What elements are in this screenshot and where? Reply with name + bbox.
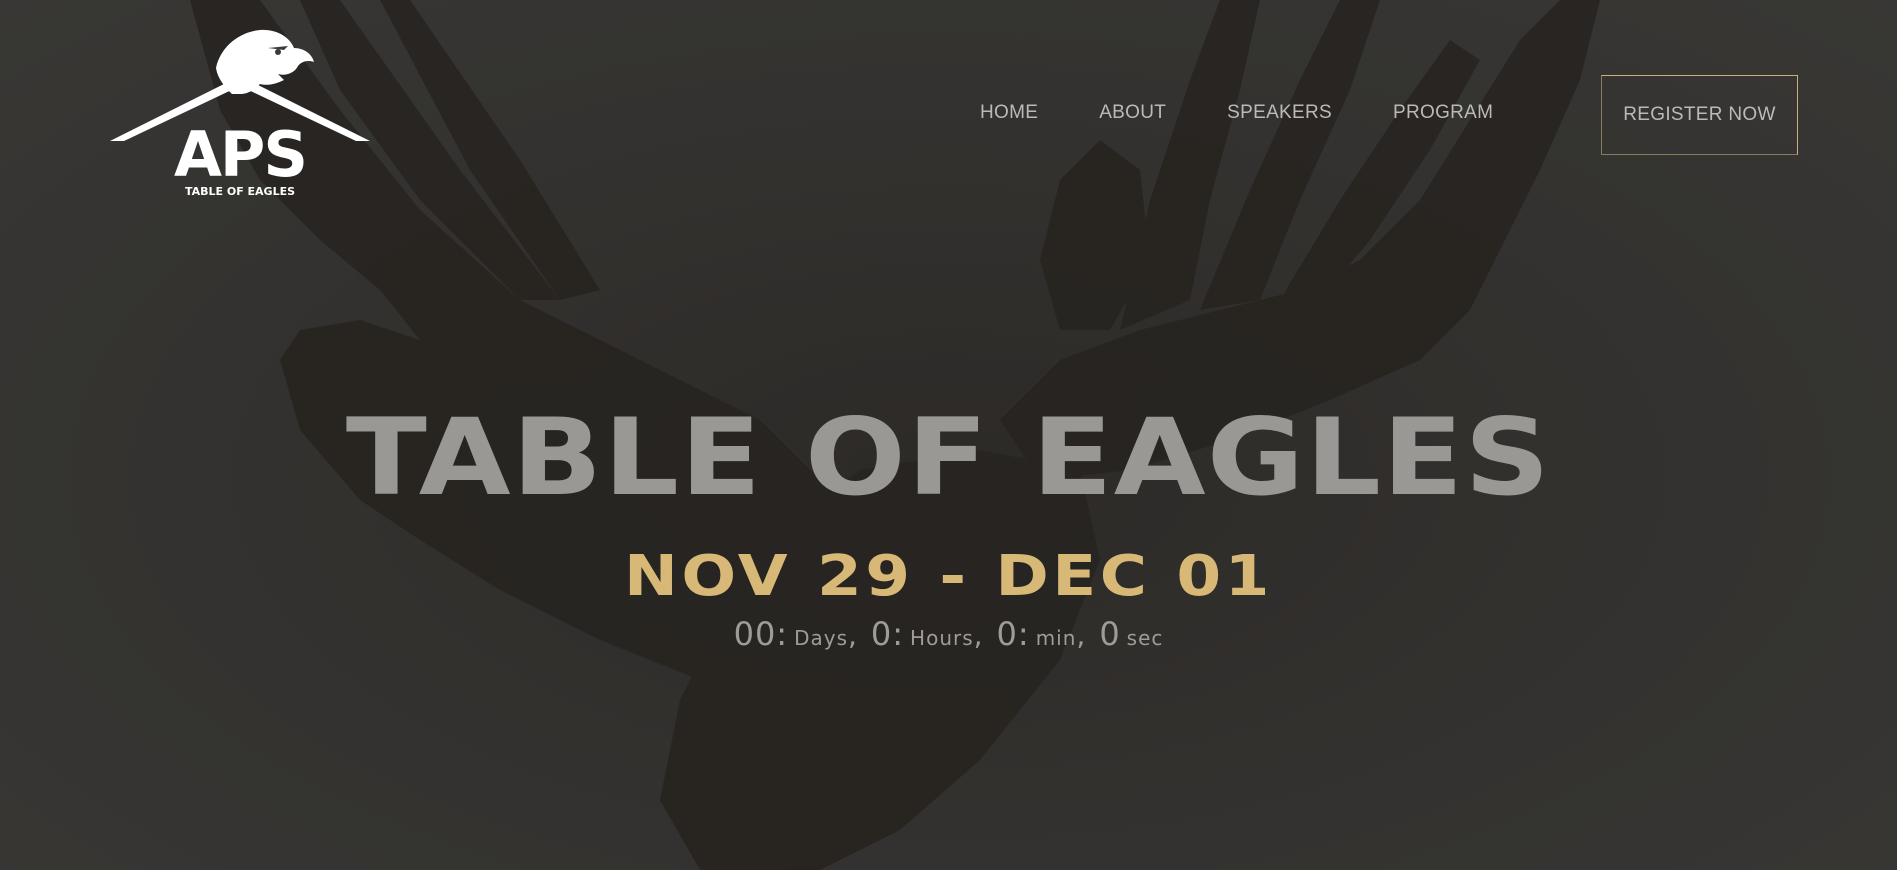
countdown-hours-label: Hours xyxy=(910,626,974,650)
event-dates: NOV 29 - DEC 01 xyxy=(623,544,1273,609)
nav-item-about[interactable]: ABOUT xyxy=(1099,102,1166,124)
countdown-sec-label: sec xyxy=(1126,626,1164,650)
register-now-button[interactable]: REGISTER NOW xyxy=(1601,75,1798,155)
page-title: TABLE OF EAGLES xyxy=(345,396,1551,519)
nav-item-home[interactable]: HOME xyxy=(980,102,1038,124)
countdown-timer: 00: Days, 0: Hours, 0: min, 0 sec xyxy=(0,614,1897,660)
countdown-sec-value: 0 xyxy=(1099,615,1121,653)
site-logo[interactable]: APS TABLE OF EAGLES xyxy=(108,28,374,198)
eagle-logo-icon: APS TABLE OF EAGLES xyxy=(110,29,370,198)
main-nav: HOME ABOUT SPEAKERS PROGRAM xyxy=(980,102,1554,124)
countdown-hours-value: 0: xyxy=(870,615,905,653)
countdown-separator: , xyxy=(1076,619,1086,652)
hero-section: APS TABLE OF EAGLES HOME ABOUT SPEAKERS … xyxy=(0,0,1897,870)
countdown-days-label: Days xyxy=(794,626,848,650)
countdown-min-label: min xyxy=(1035,626,1077,650)
nav-item-speakers[interactable]: SPEAKERS xyxy=(1227,102,1332,124)
logo-main-text: APS xyxy=(174,118,306,191)
countdown-separator: , xyxy=(848,619,857,652)
nav-item-program[interactable]: PROGRAM xyxy=(1393,102,1493,124)
logo-sub-text: TABLE OF EAGLES xyxy=(185,185,295,198)
countdown-separator: , xyxy=(973,619,983,652)
countdown-min-value: 0: xyxy=(996,615,1030,653)
countdown-days-value: 00: xyxy=(733,615,789,653)
